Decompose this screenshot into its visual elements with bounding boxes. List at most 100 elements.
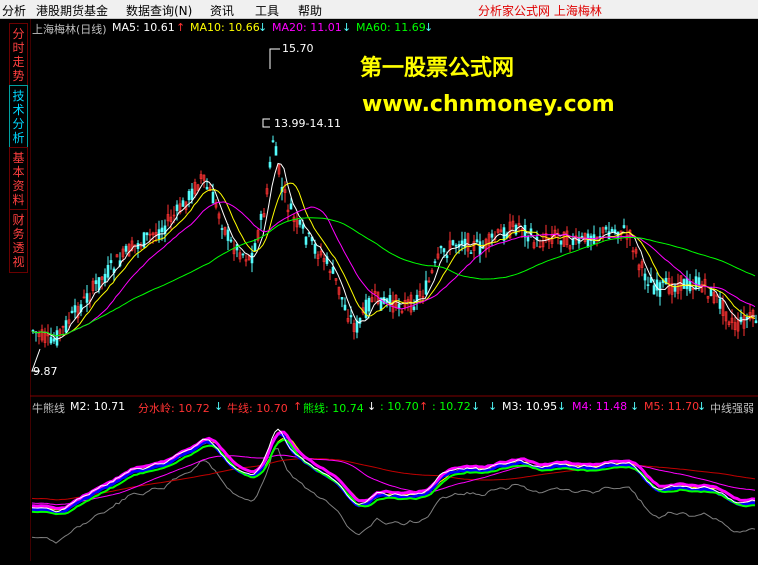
candle-body xyxy=(241,253,245,256)
candle-body xyxy=(85,293,89,303)
ma20-down-arrow: ↓ xyxy=(342,21,352,34)
m5-value: M5: 11.70 xyxy=(644,400,700,413)
candle-body xyxy=(289,203,293,210)
candle-body xyxy=(304,236,308,245)
candle-body xyxy=(253,243,257,252)
candle-body xyxy=(490,233,494,238)
candle-body xyxy=(754,320,758,324)
xiongxian-arrow: ↓ xyxy=(367,400,377,413)
window-title: 分析家公式网 上海梅林 xyxy=(478,4,602,18)
candle-body xyxy=(412,306,416,311)
watermark-title: 第一股票公式网 xyxy=(360,56,515,81)
chart-area[interactable]: 15.70 13.99-14.11 9.87 上海梅林(日线) MA5: 10.… xyxy=(29,19,758,561)
xiongxian-value: 熊线: 10.74 xyxy=(303,402,364,415)
candle-body xyxy=(313,244,317,254)
candle-body xyxy=(697,277,701,286)
menu-bar: 分析 港股期货基金 数据查询(N) 资讯 工具 帮助 分析家公式网 上海梅林 xyxy=(0,0,758,19)
candlesticks xyxy=(31,135,758,348)
candle-body xyxy=(211,191,215,204)
v1-arrow: ↑ xyxy=(419,400,429,413)
candle-body xyxy=(478,241,482,256)
niuxian-arrow: ↑ xyxy=(293,400,303,413)
menu-analysis[interactable]: 分析 xyxy=(2,2,26,19)
tab-financial[interactable]: 财务透视 xyxy=(9,209,28,273)
ma60-value: MA60: 11.69 xyxy=(356,21,426,34)
v2-value: : 10.72 xyxy=(432,400,471,413)
candle-body xyxy=(367,298,371,312)
menu-news[interactable]: 资讯 xyxy=(210,2,234,19)
tab-technical-analysis[interactable]: 技术分析 xyxy=(9,85,28,149)
fenshuiling-arrow: ↓ xyxy=(214,400,224,413)
candle-body xyxy=(52,338,56,342)
candle-body xyxy=(424,280,428,295)
range-price-label: 13.99-14.11 xyxy=(274,117,341,130)
candle-body xyxy=(106,264,110,278)
m5-arrow: ↓ xyxy=(697,400,707,413)
ma20-value: MA20: 11.01 xyxy=(272,21,342,34)
candle-body xyxy=(610,229,614,232)
fenshuiling-value: 分水岭: 10.72 xyxy=(138,402,210,415)
candle-body xyxy=(190,188,194,201)
candle-body xyxy=(259,213,263,220)
candle-body xyxy=(433,261,437,263)
gap-arrow: ↓ xyxy=(488,400,498,413)
ma10-value: MA10: 10.66 xyxy=(190,21,260,34)
indicator-name: 牛熊线 xyxy=(32,402,65,415)
candle-body xyxy=(643,273,647,281)
candle-body xyxy=(622,225,626,228)
m3-arrow: ↓ xyxy=(557,400,567,413)
menu-help[interactable]: 帮助 xyxy=(298,2,322,19)
candle-body xyxy=(271,140,275,143)
candle-body xyxy=(205,186,209,190)
menu-data-query[interactable]: 数据查询(N) xyxy=(126,2,192,19)
candle-body xyxy=(94,280,98,285)
candle-body xyxy=(64,320,68,333)
tab-intraday[interactable]: 分时走势 xyxy=(9,23,28,87)
menu-tools[interactable]: 工具 xyxy=(255,2,279,19)
tab-basic-info[interactable]: 基本资料 xyxy=(9,147,28,211)
candle-body xyxy=(103,273,107,283)
ma5-value: MA5: 10.61 xyxy=(112,21,175,34)
side-tabs: 分时走势 技术分析 基本资料 财务透视 xyxy=(0,19,30,561)
candle-body xyxy=(229,239,233,242)
ma5-up-arrow: ↑ xyxy=(176,21,186,34)
candle-body xyxy=(49,336,53,344)
candle-body xyxy=(445,255,449,258)
candle-body xyxy=(586,233,590,247)
candle-body xyxy=(124,245,128,252)
candle-body xyxy=(226,229,230,241)
candle-body xyxy=(460,240,464,245)
candle-body xyxy=(109,260,113,264)
v2-arrow: ↓ xyxy=(471,400,481,413)
candle-body xyxy=(220,228,224,230)
m3-value: M3: 10.95 xyxy=(502,400,558,413)
candle-body xyxy=(592,234,596,244)
candle-body xyxy=(274,146,278,156)
candle-body xyxy=(181,200,185,207)
ma10-down-arrow: ↓ xyxy=(258,21,268,34)
candle-body xyxy=(502,227,506,241)
candle-body xyxy=(70,310,74,313)
candle-body xyxy=(355,320,359,333)
watermark-url: www.chnmoney.com xyxy=(362,92,615,117)
candle-body xyxy=(73,305,77,313)
m2-value: M2: 10.71 xyxy=(70,400,126,413)
v1-value: : 10.70 xyxy=(380,400,419,413)
candle-body xyxy=(55,330,59,346)
m4-arrow: ↓ xyxy=(630,400,640,413)
candle-body xyxy=(451,240,455,245)
candle-body xyxy=(298,219,302,225)
candle-body xyxy=(526,236,530,242)
candle-body xyxy=(439,245,443,249)
low-price-label: 9.87 xyxy=(33,365,58,378)
candle-body xyxy=(559,240,563,245)
niuxian-value: 牛线: 10.70 xyxy=(227,402,288,415)
ma60-down-arrow: ↓ xyxy=(424,21,434,34)
menu-hk-futures-funds[interactable]: 港股期货基金 xyxy=(36,2,108,19)
zhongxian-label: 中线强弱 xyxy=(710,402,754,415)
candle-body xyxy=(442,248,446,253)
candle-body xyxy=(175,204,179,211)
candle-body xyxy=(160,227,164,232)
candle-body xyxy=(469,252,473,254)
candle-body xyxy=(652,285,656,295)
